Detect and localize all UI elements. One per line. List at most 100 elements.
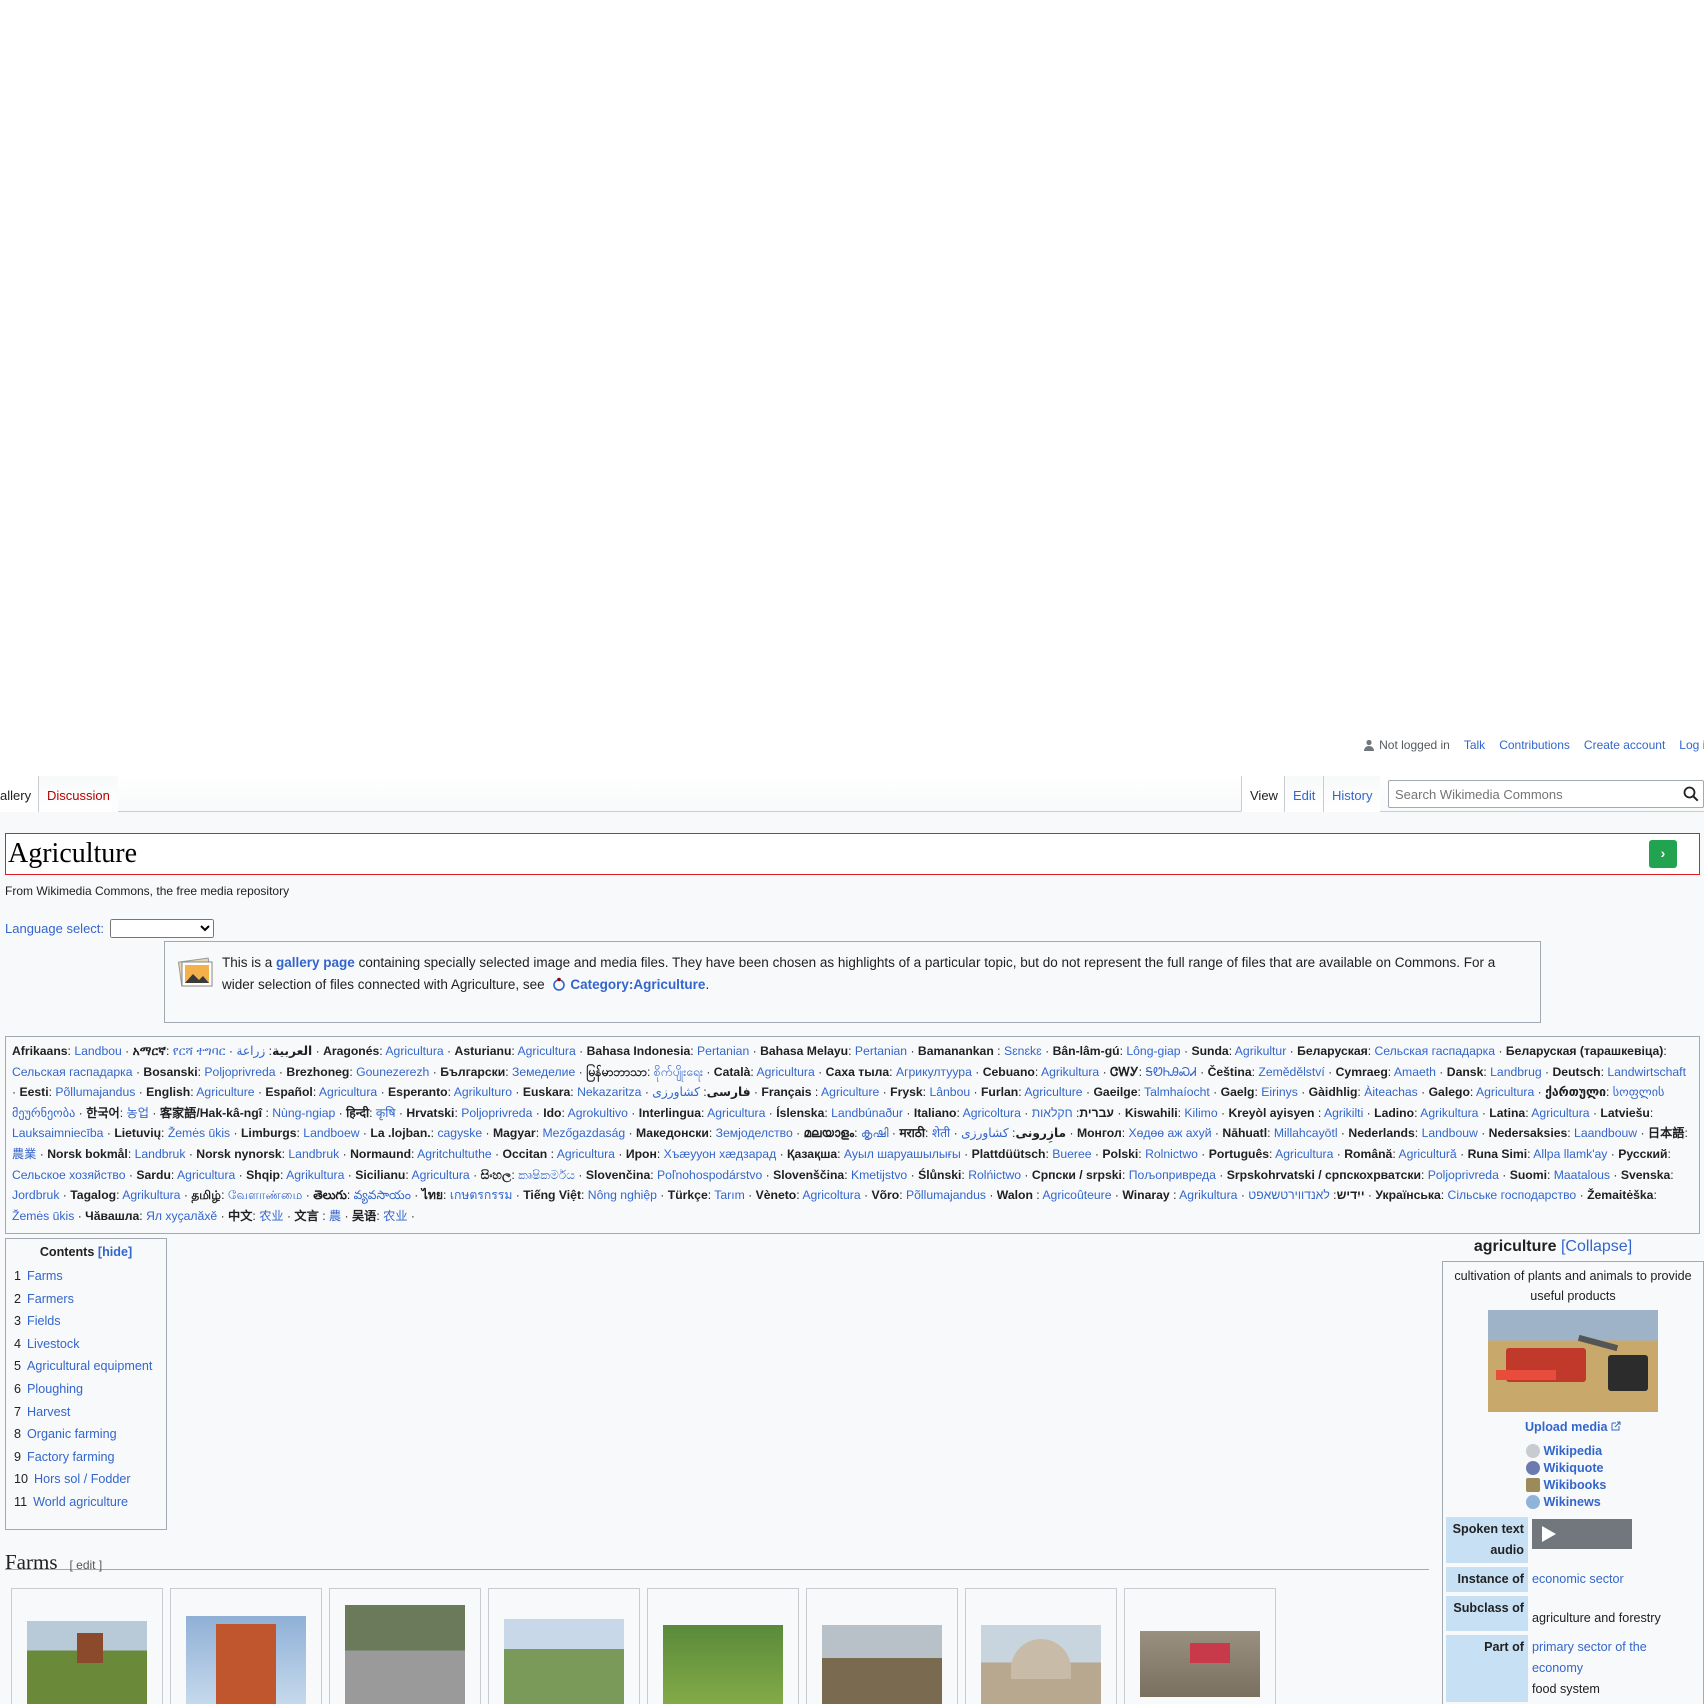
language-link[interactable]: Agricultură: [1398, 1147, 1456, 1161]
language-link[interactable]: Millahcayōtl: [1274, 1126, 1338, 1140]
language-link[interactable]: Agricoltura: [802, 1188, 860, 1202]
category-link[interactable]: Category:Agriculture: [570, 977, 705, 992]
language-link[interactable]: Agricultura: [1275, 1147, 1333, 1161]
toc-link[interactable]: Farmers: [27, 1292, 74, 1306]
language-link[interactable]: Jordbruk: [12, 1188, 59, 1202]
language-link[interactable]: Agritchultuthe: [417, 1147, 492, 1161]
language-link[interactable]: Pertanian: [697, 1044, 749, 1058]
language-link[interactable]: Agriculture: [821, 1085, 879, 1099]
language-link[interactable]: Lông-giap: [1126, 1044, 1180, 1058]
language-link[interactable]: Bueree: [1052, 1147, 1091, 1161]
language-link[interactable]: Zemědělství: [1258, 1065, 1324, 1079]
language-link[interactable]: Agricultura: [411, 1168, 469, 1182]
language-link[interactable]: Lauksaimniecība: [12, 1126, 103, 1140]
instance-of-value[interactable]: economic sector: [1532, 1572, 1624, 1586]
language-link[interactable]: ᎦᏬᏂᎯᏍᏗ: [1145, 1065, 1196, 1079]
toc-link[interactable]: Hors sol / Fodder: [34, 1472, 131, 1486]
talk-link[interactable]: Talk: [1464, 738, 1485, 752]
language-link[interactable]: לאנדווירטשאפט: [1248, 1188, 1330, 1202]
contributions-link[interactable]: Contributions: [1499, 738, 1570, 752]
toc-item[interactable]: 7 Harvest: [14, 1401, 158, 1424]
part-of-value[interactable]: primary sector of the economy: [1532, 1640, 1647, 1675]
audio-play-button[interactable]: [1532, 1519, 1632, 1549]
toc-item[interactable]: 11 World agriculture: [14, 1491, 158, 1514]
language-link[interactable]: Agricultura: [385, 1044, 443, 1058]
gallery-page-link[interactable]: gallery page: [276, 955, 355, 970]
language-link[interactable]: Lânbou: [929, 1085, 970, 1099]
toc-hide-link[interactable]: [hide]: [98, 1245, 132, 1259]
create-account-link[interactable]: Create account: [1584, 738, 1665, 752]
language-link[interactable]: 农业: [383, 1209, 407, 1223]
toc-link[interactable]: Harvest: [27, 1405, 70, 1419]
language-link[interactable]: Agricultura: [319, 1085, 377, 1099]
language-link[interactable]: Kmetijstvo: [851, 1168, 907, 1182]
language-link[interactable]: کشاورزی: [961, 1126, 1009, 1140]
language-link[interactable]: Ауыл шаруашылығы: [844, 1147, 961, 1161]
language-link[interactable]: Agrikultura: [1420, 1106, 1478, 1120]
collapse-link[interactable]: [Collapse]: [1561, 1238, 1632, 1255]
language-link[interactable]: Maatalous: [1554, 1168, 1610, 1182]
toc-item[interactable]: 6 Ploughing: [14, 1378, 158, 1401]
tab-view[interactable]: View: [1241, 776, 1286, 812]
toc-link[interactable]: Factory farming: [27, 1450, 114, 1464]
language-link[interactable]: Gounezerezh: [356, 1065, 429, 1079]
wikiquote-link[interactable]: Wikiquote: [1544, 1461, 1604, 1475]
language-link[interactable]: Сільське господарство: [1448, 1188, 1577, 1202]
language-link[interactable]: Ял хуҫалӑхӗ: [146, 1209, 217, 1223]
language-link[interactable]: Nùng-ngiap: [272, 1106, 335, 1120]
language-link[interactable]: Agricoltura: [963, 1106, 1021, 1120]
toc-item[interactable]: 5 Agricultural equipment: [14, 1355, 158, 1378]
language-link[interactable]: Žemės ūkis: [12, 1209, 74, 1223]
language-link[interactable]: 農業: [12, 1147, 36, 1161]
language-link[interactable]: കൃഷി: [861, 1126, 889, 1140]
language-link[interactable]: Земјоделство: [716, 1126, 793, 1140]
language-link[interactable]: Eirinys: [1261, 1085, 1298, 1099]
language-link[interactable]: Sɛnɛkɛ: [1004, 1044, 1042, 1058]
language-link[interactable]: เกษตรกรรม: [450, 1188, 513, 1202]
language-link[interactable]: Сельское хозяйство: [12, 1168, 126, 1182]
language-link[interactable]: စိုက်ပျိုးရေး: [654, 1065, 703, 1079]
gallery-item[interactable]: [329, 1588, 481, 1704]
toc-item[interactable]: 1 Farms: [14, 1265, 158, 1288]
language-link[interactable]: Rolnictwo: [1145, 1147, 1198, 1161]
toc-item[interactable]: 2 Farmers: [14, 1288, 158, 1311]
language-link[interactable]: የርሻ ተግባር: [173, 1044, 226, 1058]
language-link[interactable]: Agricultura: [1476, 1085, 1534, 1099]
language-link[interactable]: Agrokultivo: [568, 1106, 628, 1120]
toc-item[interactable]: 3 Fields: [14, 1310, 158, 1333]
search-input[interactable]: [1389, 781, 1669, 807]
language-link[interactable]: Агрикултуура: [896, 1065, 972, 1079]
language-link[interactable]: Žemės ūkis: [168, 1126, 230, 1140]
toc-link[interactable]: Ploughing: [27, 1382, 83, 1396]
log-in-link[interactable]: Log in: [1679, 738, 1704, 752]
language-link[interactable]: زراعة: [236, 1044, 265, 1058]
wikipedia-link[interactable]: Wikipedia: [1544, 1444, 1603, 1458]
language-link[interactable]: कृषि: [376, 1106, 396, 1120]
language-link[interactable]: Хъæууон хæдзарад: [664, 1147, 777, 1161]
tab-gallery[interactable]: allery: [0, 776, 40, 812]
language-link[interactable]: Agrikultur: [1235, 1044, 1286, 1058]
language-link[interactable]: Agricultura: [557, 1147, 615, 1161]
language-link[interactable]: Põllumajandus: [906, 1188, 986, 1202]
gallery-item[interactable]: [806, 1588, 958, 1704]
language-link[interactable]: Agricultura: [1531, 1106, 1589, 1120]
language-link[interactable]: Agrikulturo: [454, 1085, 512, 1099]
gallery-item[interactable]: [170, 1588, 322, 1704]
language-link[interactable]: חקלאות: [1032, 1106, 1073, 1120]
tab-history[interactable]: History: [1323, 776, 1381, 812]
harvester-image[interactable]: [1488, 1310, 1658, 1412]
language-link[interactable]: Poljoprivreda: [204, 1065, 275, 1079]
language-link[interactable]: 農: [329, 1209, 341, 1223]
language-link[interactable]: Põllumajandus: [55, 1085, 135, 1099]
language-link[interactable]: Agrikultura: [122, 1188, 180, 1202]
language-link[interactable]: Agricultura: [177, 1168, 235, 1182]
toc-link[interactable]: Agricultural equipment: [27, 1359, 152, 1373]
gallery-item[interactable]: [1124, 1588, 1276, 1704]
language-link[interactable]: Nekazaritza: [577, 1085, 641, 1099]
language-link[interactable]: Landbou: [74, 1044, 121, 1058]
language-link[interactable]: Allpa llamk'ay: [1533, 1147, 1607, 1161]
language-link[interactable]: cagyske: [437, 1126, 482, 1140]
language-link[interactable]: Mezőgazdaság: [542, 1126, 625, 1140]
language-link[interactable]: Landbruk: [135, 1147, 186, 1161]
language-link[interactable]: Rolńictwo: [968, 1168, 1021, 1182]
